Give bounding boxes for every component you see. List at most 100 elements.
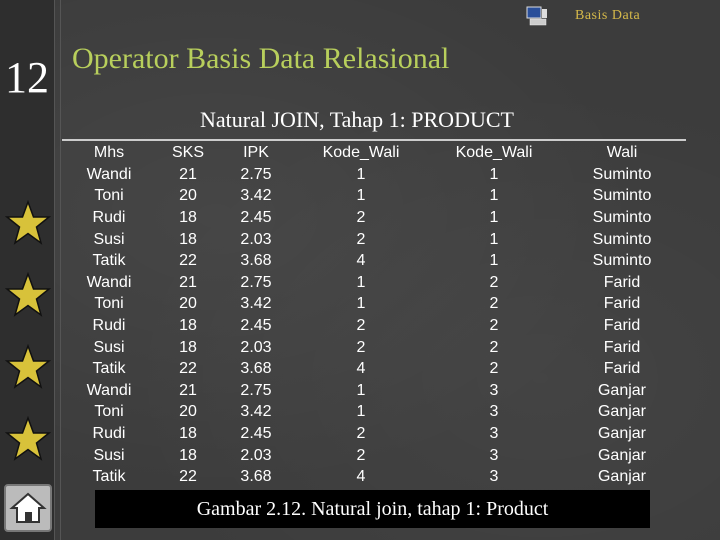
table-cell: 3.68 bbox=[240, 468, 272, 486]
table-cell: Wandi bbox=[86, 273, 132, 291]
column-header: IPK bbox=[220, 139, 292, 164]
table-cell: 1 bbox=[356, 381, 366, 399]
table-cell: 18 bbox=[179, 446, 197, 464]
table-cell: 1 bbox=[489, 208, 499, 226]
computer-logo-icon bbox=[526, 6, 548, 26]
table-cell: 2.75 bbox=[240, 165, 272, 183]
table-cell: 2.03 bbox=[240, 338, 272, 356]
table-cell: Suminto bbox=[592, 252, 652, 270]
table-row: Toni 20 3.42 1 3 Ganjar bbox=[62, 402, 686, 424]
table-cell: Ganjar bbox=[597, 424, 647, 442]
table-cell: Ganjar bbox=[597, 403, 647, 421]
column-header: Kode_Wali bbox=[292, 139, 430, 164]
table-cell: 2 bbox=[489, 295, 499, 313]
table-cell: 1 bbox=[489, 165, 499, 183]
table-cell: 3 bbox=[489, 446, 499, 464]
table-cell: 1 bbox=[489, 252, 499, 270]
table-cell: 2 bbox=[356, 208, 366, 226]
table-cell: 18 bbox=[179, 424, 197, 442]
table-row: Susi 18 2.03 2 1 Suminto bbox=[62, 229, 686, 251]
table-cell: Farid bbox=[603, 273, 641, 291]
product-table: Mhs SKS IPK Kode_Wali Kode_Wali Wali Wan… bbox=[62, 139, 686, 488]
table-cell: 2.45 bbox=[240, 316, 272, 334]
column-header: Kode_Wali bbox=[430, 139, 558, 164]
column-header: Wali bbox=[558, 139, 686, 164]
table-cell: 2 bbox=[489, 360, 499, 378]
table-body: Wandi 21 2.75 1 1 Suminto Toni 20 3.42 1 1 Suminto R… bbox=[62, 164, 686, 488]
table-cell: Farid bbox=[603, 360, 641, 378]
table-cell: 3 bbox=[489, 403, 499, 421]
table-cell: 21 bbox=[179, 273, 197, 291]
table-cell: 3 bbox=[489, 468, 499, 486]
table-cell: Farid bbox=[603, 295, 641, 313]
table-row: Tatik 22 3.68 4 1 Suminto bbox=[62, 250, 686, 272]
table-cell: 3 bbox=[489, 424, 499, 442]
table-cell: Ganjar bbox=[597, 446, 647, 464]
table-cell: Wandi bbox=[86, 381, 132, 399]
table-row: Wandi 21 2.75 1 1 Suminto bbox=[62, 164, 686, 186]
table-cell: Susi bbox=[93, 338, 125, 356]
table-row: Rudi 18 2.45 2 3 Ganjar bbox=[62, 423, 686, 445]
table-cell: 18 bbox=[179, 338, 197, 356]
table-row: Susi 18 2.03 2 2 Farid bbox=[62, 337, 686, 359]
slide-title: Operator Basis Data Relasional bbox=[72, 42, 450, 75]
table-cell: 1 bbox=[356, 187, 366, 205]
table-cell: Susi bbox=[93, 230, 125, 248]
caption-box: Gambar 2.12. Natural join, tahap 1: Prod… bbox=[95, 490, 650, 528]
table-cell: Farid bbox=[603, 316, 641, 334]
table-cell: 20 bbox=[179, 295, 197, 313]
table-cell: 1 bbox=[356, 165, 366, 183]
table-cell: Tatik bbox=[92, 468, 126, 486]
table-cell: 2.75 bbox=[240, 381, 272, 399]
table-row: Toni 20 3.42 1 2 Farid bbox=[62, 294, 686, 316]
table-cell: 18 bbox=[179, 230, 197, 248]
table-cell: 1 bbox=[356, 273, 366, 291]
table-cell: 2 bbox=[356, 338, 366, 356]
table-cell: 20 bbox=[179, 403, 197, 421]
table-row: Rudi 18 2.45 2 1 Suminto bbox=[62, 207, 686, 229]
table-cell: 3.42 bbox=[240, 295, 272, 313]
table-cell: Toni bbox=[94, 187, 124, 205]
column-header: Mhs bbox=[62, 139, 156, 164]
table-cell: 4 bbox=[356, 360, 366, 378]
table-cell: 3.42 bbox=[240, 403, 272, 421]
figure-caption: Gambar 2.12. Natural join, tahap 1: Prod… bbox=[196, 498, 549, 520]
table-header-row: Mhs SKS IPK Kode_Wali Kode_Wali Wali bbox=[62, 139, 686, 164]
table-cell: Rudi bbox=[92, 208, 126, 226]
star-icon bbox=[4, 415, 52, 462]
table-cell: 2 bbox=[356, 316, 366, 334]
table-cell: 2.45 bbox=[240, 208, 272, 226]
table-cell: 2 bbox=[489, 316, 499, 334]
table-cell: 2 bbox=[356, 230, 366, 248]
table-cell: 2.03 bbox=[240, 230, 272, 248]
table-cell: 4 bbox=[356, 468, 366, 486]
column-header: SKS bbox=[156, 139, 220, 164]
table-cell: 4 bbox=[356, 252, 366, 270]
table-cell: Tatik bbox=[92, 360, 126, 378]
slide-number: 12 bbox=[5, 53, 49, 102]
table-cell: 2 bbox=[356, 424, 366, 442]
slide-subtitle: Natural JOIN, Tahap 1: PRODUCT bbox=[200, 107, 514, 132]
table-row: Rudi 18 2.45 2 2 Farid bbox=[62, 315, 686, 337]
table-cell: Suminto bbox=[592, 230, 652, 248]
table-row: Tatik 22 3.68 4 2 Farid bbox=[62, 358, 686, 380]
table-cell: Rudi bbox=[92, 424, 126, 442]
table-cell: 18 bbox=[179, 208, 197, 226]
table-row: Tatik 22 3.68 4 3 Ganjar bbox=[62, 466, 686, 488]
table-cell: 2.03 bbox=[240, 446, 272, 464]
table-cell: 22 bbox=[179, 252, 197, 270]
table-cell: Ganjar bbox=[597, 468, 647, 486]
table-cell: 2 bbox=[489, 338, 499, 356]
sidebar-divider bbox=[60, 0, 61, 540]
table-cell: 22 bbox=[179, 360, 197, 378]
table-cell: Toni bbox=[94, 295, 124, 313]
table-row: Wandi 21 2.75 1 2 Farid bbox=[62, 272, 686, 294]
table-cell: 21 bbox=[179, 381, 197, 399]
table-cell: Suminto bbox=[592, 187, 652, 205]
table-cell: 18 bbox=[179, 316, 197, 334]
table-cell: Wandi bbox=[86, 165, 132, 183]
table-row: Toni 20 3.42 1 1 Suminto bbox=[62, 186, 686, 208]
home-icon[interactable] bbox=[4, 484, 52, 532]
table-cell: Toni bbox=[94, 403, 124, 421]
table-row: Susi 18 2.03 2 3 Ganjar bbox=[62, 445, 686, 467]
